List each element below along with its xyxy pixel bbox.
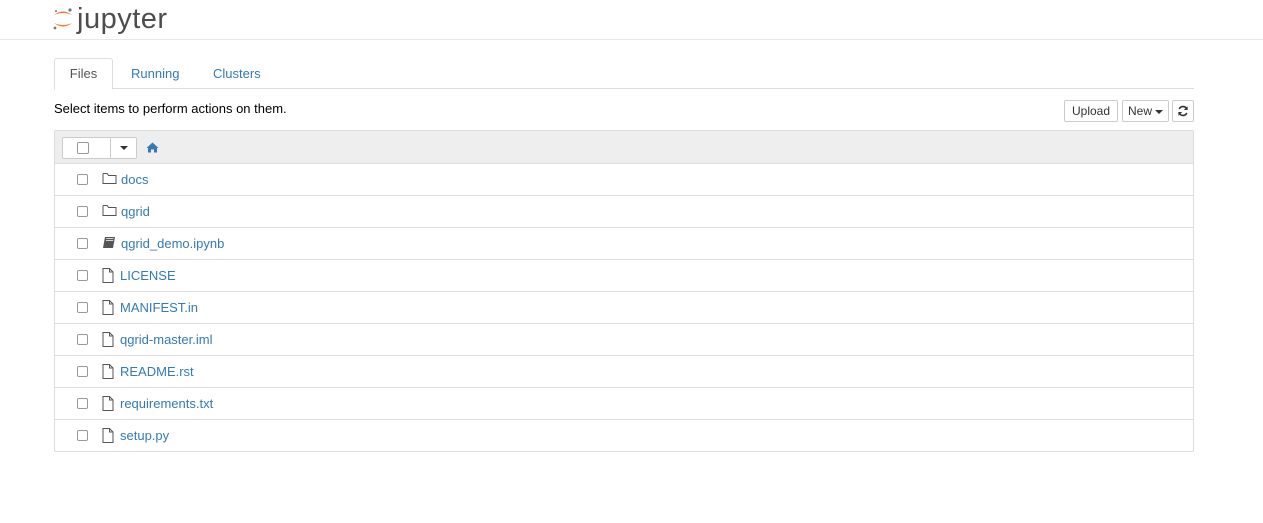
file-row[interactable]: qgrid_demo.ipynb <box>55 228 1193 260</box>
caret-down-icon <box>120 146 128 150</box>
file-row[interactable]: requirements.txt <box>55 388 1193 420</box>
select-all-box <box>63 138 111 158</box>
file-link[interactable]: docs <box>121 172 148 188</box>
tab-bar: Files Running Clusters <box>54 58 1194 90</box>
file-icon <box>102 268 118 284</box>
file-row[interactable]: README.rst <box>55 356 1193 388</box>
file-link[interactable]: qgrid_demo.ipynb <box>121 236 224 252</box>
folder-icon <box>102 172 118 188</box>
row-checkbox[interactable] <box>77 238 88 249</box>
file-row[interactable]: setup.py <box>55 420 1193 452</box>
file-link[interactable]: LICENSE <box>120 268 176 284</box>
row-checkbox[interactable] <box>77 366 88 377</box>
file-row[interactable]: qgrid-master.iml <box>55 324 1193 356</box>
header: jupyter <box>0 0 1263 40</box>
select-dropdown-button[interactable] <box>112 138 136 158</box>
upload-button[interactable]: Upload <box>1064 100 1118 122</box>
caret-down-icon <box>1155 109 1163 114</box>
row-checkbox[interactable] <box>77 334 88 345</box>
notebook-icon <box>102 236 118 252</box>
file-list-header <box>55 131 1193 164</box>
file-icon <box>102 300 118 316</box>
select-all-group <box>62 137 137 159</box>
home-icon[interactable] <box>146 141 159 156</box>
file-link[interactable]: qgrid-master.iml <box>120 332 212 348</box>
file-list: docs qgrid qgrid_demo.ipynb LICENSE MANIFEST… <box>54 130 1194 452</box>
file-row[interactable]: LICENSE <box>55 260 1193 292</box>
file-link[interactable]: README.rst <box>120 364 194 380</box>
file-icon <box>102 396 118 412</box>
file-link[interactable]: qgrid <box>121 204 150 220</box>
file-row[interactable]: MANIFEST.in <box>55 292 1193 324</box>
instructions-text: Select items to perform actions on them. <box>54 101 287 116</box>
folder-icon <box>102 204 118 220</box>
logo-text: jupyter <box>77 3 168 35</box>
refresh-button[interactable] <box>1172 100 1194 122</box>
new-button-label: New <box>1127 104 1152 118</box>
file-row[interactable]: docs <box>55 164 1193 196</box>
row-checkbox[interactable] <box>77 270 88 281</box>
jupyter-logo-icon <box>53 8 72 30</box>
new-button[interactable]: New <box>1122 100 1169 122</box>
file-row[interactable]: qgrid <box>55 196 1193 228</box>
row-checkbox[interactable] <box>77 398 88 409</box>
file-link[interactable]: setup.py <box>120 428 169 444</box>
row-checkbox[interactable] <box>77 174 88 185</box>
file-icon <box>102 364 118 380</box>
row-checkbox[interactable] <box>77 430 88 441</box>
tab-clusters[interactable]: Clusters <box>197 58 277 89</box>
tab-running[interactable]: Running <box>115 58 195 89</box>
select-all-checkbox[interactable] <box>77 142 89 154</box>
jupyter-logo[interactable]: jupyter <box>52 3 168 35</box>
file-link[interactable]: MANIFEST.in <box>120 300 198 316</box>
tab-files[interactable]: Files <box>54 58 113 90</box>
file-icon <box>102 428 118 444</box>
row-checkbox[interactable] <box>77 302 88 313</box>
refresh-icon <box>1178 105 1188 117</box>
row-checkbox[interactable] <box>77 206 88 217</box>
file-link[interactable]: requirements.txt <box>120 396 213 412</box>
file-icon <box>102 332 118 348</box>
